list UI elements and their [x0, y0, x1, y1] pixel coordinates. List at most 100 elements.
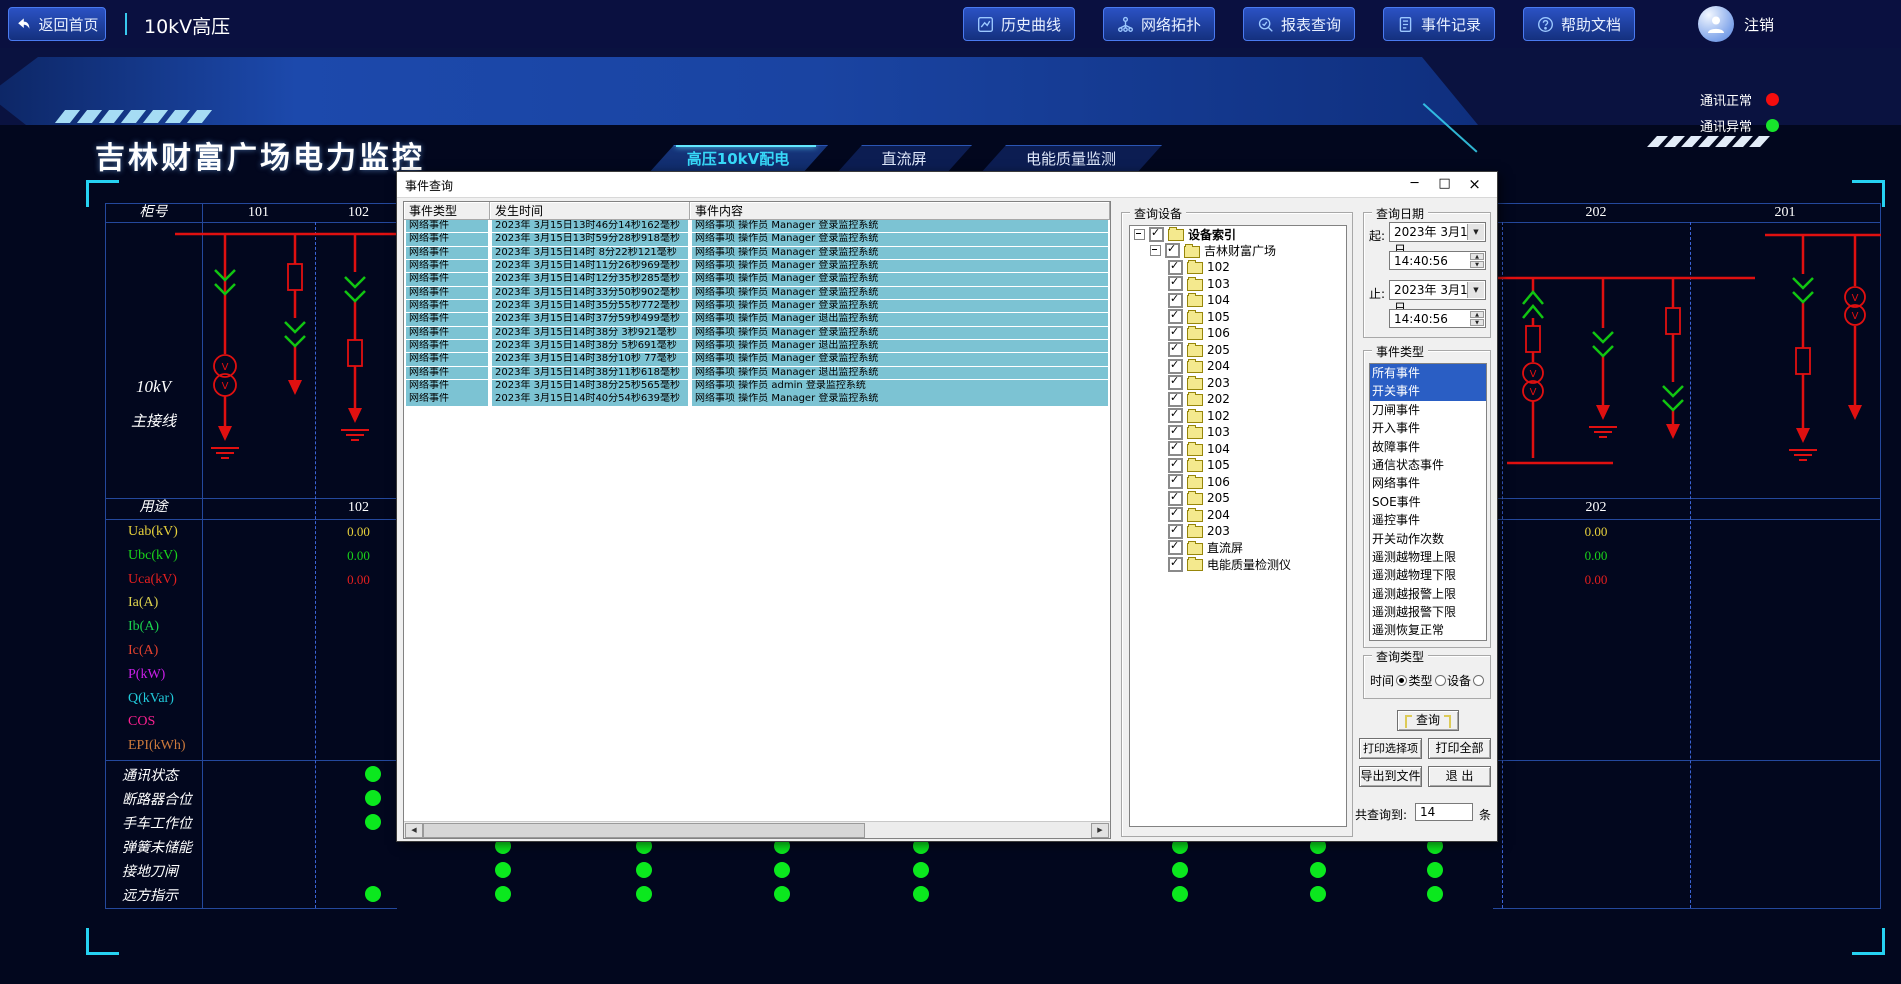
spin-up-icon[interactable]: ▲ — [1470, 253, 1484, 260]
tree-node-device[interactable]: 电能质量检测仪 — [1130, 556, 1346, 573]
event-row[interactable]: 网络事件2023年 3月15日14时38分25秒565毫秒网络事项 操作员 ad… — [404, 380, 1110, 393]
tree-checkbox[interactable] — [1168, 540, 1183, 555]
radio-device[interactable]: 设备 — [1447, 672, 1484, 689]
event-type-option[interactable]: 遥测越物理上限 — [1370, 548, 1486, 566]
event-row[interactable]: 网络事件2023年 3月15日14时40分54秒639毫秒网络事项 操作员 Ma… — [404, 393, 1110, 406]
event-type-option[interactable]: 遥控事件 — [1370, 511, 1486, 529]
tab-dc-screen[interactable]: 直流屏 — [836, 145, 972, 174]
tree-node-device[interactable]: 203 — [1130, 523, 1346, 540]
radio-dot-icon[interactable] — [1473, 675, 1484, 686]
event-row[interactable]: 网络事件2023年 3月15日13时59分28秒918毫秒网络事项 操作员 Ma… — [404, 233, 1110, 246]
tree-node-device[interactable]: 204 — [1130, 507, 1346, 524]
event-row[interactable]: 网络事件2023年 3月15日14时 8分22秒121毫秒网络事项 操作员 Ma… — [404, 247, 1110, 260]
nav-button-history-curve[interactable]: 历史曲线 — [963, 7, 1075, 41]
tree-node-device[interactable]: 203 — [1130, 375, 1346, 392]
to-date-select[interactable]: 2023年 3月15日 ▼ — [1389, 280, 1486, 300]
tab-power-quality[interactable]: 电能质量监测 — [980, 145, 1162, 174]
tree-node-device[interactable]: 202 — [1130, 391, 1346, 408]
tree-checkbox[interactable] — [1168, 474, 1183, 489]
tree-node-device[interactable]: 102 — [1130, 408, 1346, 425]
tree-node-device[interactable]: 106 — [1130, 474, 1346, 491]
dialog-title-bar[interactable]: 事件查询 ─ □ × — [397, 172, 1497, 198]
tree-node-device[interactable]: 205 — [1130, 342, 1346, 359]
tree-checkbox[interactable] — [1168, 276, 1183, 291]
to-time-spinner[interactable]: 14:40:56 ▲ ▼ — [1389, 309, 1486, 328]
event-type-option[interactable]: 开入事件 — [1370, 419, 1486, 437]
event-row[interactable]: 网络事件2023年 3月15日14时12分35秒285毫秒网络事项 操作员 Ma… — [404, 273, 1110, 286]
event-type-option[interactable]: 遥测越物理下限 — [1370, 566, 1486, 584]
scrollbar-thumb[interactable] — [423, 823, 865, 838]
tree-checkbox[interactable] — [1168, 375, 1183, 390]
event-type-option[interactable]: 网络事件 — [1370, 474, 1486, 492]
event-type-list[interactable]: 所有事件开关事件刀闸事件开入事件故障事件通信状态事件网络事件SOE事件遥控事件开… — [1369, 363, 1487, 641]
event-row[interactable]: 网络事件2023年 3月15日13时46分14秒162毫秒网络事项 操作员 Ma… — [404, 220, 1110, 233]
event-type-option[interactable]: 所有事件 — [1370, 364, 1486, 382]
tree-checkbox[interactable] — [1168, 524, 1183, 539]
tree-node-device[interactable]: 102 — [1130, 259, 1346, 276]
from-date-select[interactable]: 2023年 3月14日 ▼ — [1389, 222, 1486, 242]
h-scrollbar[interactable]: ◀ ▶ — [404, 821, 1110, 838]
radio-dot-icon[interactable] — [1396, 675, 1407, 686]
event-row[interactable]: 网络事件2023年 3月15日14时37分59秒499毫秒网络事项 操作员 Ma… — [404, 313, 1110, 326]
event-type-option[interactable]: 通信状态事件 — [1370, 456, 1486, 474]
event-type-option[interactable]: 遥测恢复正常 — [1370, 621, 1486, 639]
collapse-icon[interactable] — [1150, 245, 1161, 256]
tree-node-site[interactable]: 吉林财富广场 — [1130, 243, 1346, 260]
event-type-option[interactable]: 开关事件 — [1370, 382, 1486, 400]
print-selected-button[interactable]: 打印选择项 — [1359, 738, 1422, 759]
tree-checkbox[interactable] — [1168, 309, 1183, 324]
radio-dot-icon[interactable] — [1435, 675, 1446, 686]
event-type-option[interactable]: 开关动作次数 — [1370, 530, 1486, 548]
tree-checkbox[interactable] — [1165, 243, 1180, 258]
print-all-button[interactable]: 打印全部 — [1428, 738, 1491, 759]
event-row[interactable]: 网络事件2023年 3月15日14时38分 5秒691毫秒网络事项 操作员 Ma… — [404, 340, 1110, 353]
tree-node-root[interactable]: 设备索引 — [1130, 226, 1346, 243]
minimize-button[interactable]: ─ — [1401, 172, 1428, 196]
tree-checkbox[interactable] — [1168, 458, 1183, 473]
export-file-button[interactable]: 导出到文件 — [1359, 766, 1422, 787]
tree-checkbox[interactable] — [1149, 227, 1164, 242]
spin-up-icon[interactable]: ▲ — [1470, 311, 1484, 318]
result-count-field[interactable]: 14 — [1415, 803, 1473, 821]
tree-checkbox[interactable] — [1168, 359, 1183, 374]
scroll-left-icon[interactable]: ◀ — [405, 823, 423, 838]
tree-node-device[interactable]: 103 — [1130, 276, 1346, 293]
chevron-down-icon[interactable]: ▼ — [1467, 282, 1484, 298]
tree-checkbox[interactable] — [1168, 326, 1183, 341]
query-button[interactable]: 查询 — [1397, 710, 1459, 731]
event-row[interactable]: 网络事件2023年 3月15日14时38分11秒618毫秒网络事项 操作员 Ma… — [404, 367, 1110, 380]
column-header-time[interactable]: 发生时间 — [490, 202, 690, 220]
tree-node-device[interactable]: 204 — [1130, 358, 1346, 375]
tree-checkbox[interactable] — [1168, 425, 1183, 440]
spin-down-icon[interactable]: ▼ — [1470, 319, 1484, 326]
tree-node-device[interactable]: 直流屏 — [1130, 540, 1346, 557]
event-type-option[interactable]: SOE事件 — [1370, 493, 1486, 511]
tree-checkbox[interactable] — [1168, 507, 1183, 522]
event-type-option[interactable]: 遥测越报警上限 — [1370, 585, 1486, 603]
tree-checkbox[interactable] — [1168, 293, 1183, 308]
tree-node-device[interactable]: 106 — [1130, 325, 1346, 342]
radio-time[interactable]: 时间 — [1370, 672, 1407, 689]
column-header-content[interactable]: 事件内容 — [690, 202, 1110, 220]
device-tree[interactable]: 设备索引 吉林财富广场 1021031041051062052042032021… — [1129, 225, 1347, 827]
tree-node-device[interactable]: 105 — [1130, 309, 1346, 326]
scroll-right-icon[interactable]: ▶ — [1091, 823, 1109, 838]
nav-button-network-topology[interactable]: 网络拓扑 — [1103, 7, 1215, 41]
user-avatar[interactable] — [1698, 6, 1734, 42]
tree-node-device[interactable]: 205 — [1130, 490, 1346, 507]
column-header-event-type[interactable]: 事件类型 — [404, 202, 490, 220]
tree-node-device[interactable]: 104 — [1130, 441, 1346, 458]
event-type-option[interactable]: 刀闸事件 — [1370, 401, 1486, 419]
event-row[interactable]: 网络事件2023年 3月15日14时38分 3秒921毫秒网络事项 操作员 Ma… — [404, 327, 1110, 340]
event-row[interactable]: 网络事件2023年 3月15日14时11分26秒969毫秒网络事项 操作员 Ma… — [404, 260, 1110, 273]
nav-button-event-log[interactable]: 事件记录 — [1383, 7, 1495, 41]
tree-node-device[interactable]: 103 — [1130, 424, 1346, 441]
maximize-button[interactable]: □ — [1431, 172, 1458, 196]
close-button[interactable]: × — [1461, 172, 1488, 196]
tree-checkbox[interactable] — [1168, 260, 1183, 275]
from-time-spinner[interactable]: 14:40:56 ▲ ▼ — [1389, 251, 1486, 270]
event-type-option[interactable]: 遥测越报警下限 — [1370, 603, 1486, 621]
event-type-option[interactable]: 故障事件 — [1370, 438, 1486, 456]
back-home-button[interactable]: 返回首页 — [8, 7, 106, 41]
tree-checkbox[interactable] — [1168, 491, 1183, 506]
